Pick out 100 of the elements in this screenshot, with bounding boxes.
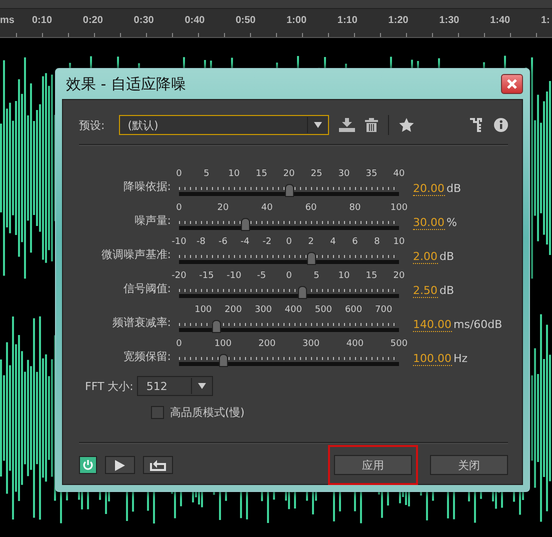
play-button[interactable] xyxy=(105,456,135,474)
value-field[interactable]: 100.00 xyxy=(413,352,452,366)
time-label: 1:00 xyxy=(286,15,307,26)
slider-label: 频谱衰减率: xyxy=(111,315,171,331)
unit-label: dB xyxy=(440,250,454,264)
tick-label: -8 xyxy=(196,237,206,247)
slider-thumb[interactable] xyxy=(285,184,294,197)
tick-label: 40 xyxy=(393,169,405,179)
tick-label: 400 xyxy=(346,339,364,349)
time-label: 1:20 xyxy=(388,15,408,26)
slider-track[interactable] xyxy=(179,250,399,264)
slider-thumb[interactable] xyxy=(219,354,228,367)
tick-label: -20 xyxy=(172,271,186,281)
slider-label: 降噪依据: xyxy=(122,179,171,195)
slider-track[interactable] xyxy=(179,216,399,230)
slider-track[interactable] xyxy=(179,284,399,298)
slider-track[interactable] xyxy=(179,182,399,196)
tick-label: 5 xyxy=(314,271,320,281)
tick-label: -10 xyxy=(172,237,186,247)
close-button[interactable] xyxy=(501,74,523,94)
tick-label: 15 xyxy=(256,169,268,179)
tick-label: 200 xyxy=(258,339,276,349)
tick-label: 200 xyxy=(224,305,242,315)
value-field[interactable]: 2.50 xyxy=(413,284,438,298)
tick-label: 0 xyxy=(176,169,182,179)
tick-label: 10 xyxy=(393,237,405,247)
dialog-button[interactable]: 应用 xyxy=(334,455,412,475)
tick-label: 2 xyxy=(308,237,314,247)
tick-label: 0 xyxy=(286,271,292,281)
preset-label: 预设: xyxy=(79,118,105,132)
power-icon xyxy=(82,459,94,471)
tick-label: 5 xyxy=(204,169,210,179)
star-icon[interactable] xyxy=(398,118,414,132)
loop-button[interactable] xyxy=(143,456,173,474)
window-title: 效果 - 自适应降噪 xyxy=(66,74,186,94)
tick-label: 4 xyxy=(330,237,336,247)
close-icon xyxy=(506,78,518,90)
download-icon[interactable] xyxy=(338,118,355,132)
play-icon xyxy=(115,460,125,470)
tick-label: 6 xyxy=(352,237,358,247)
unit-label: dB xyxy=(440,284,454,298)
value-field[interactable]: 140.00 xyxy=(413,318,452,332)
tick-label: 700 xyxy=(375,305,392,315)
tick-label: 400 xyxy=(284,305,302,315)
tick-label: 600 xyxy=(344,305,362,315)
tick-label: 20 xyxy=(393,271,405,281)
fft-dropdown[interactable]: 512 xyxy=(137,376,214,396)
time-label: 0:40 xyxy=(184,15,205,26)
slider-label: 噪声量: xyxy=(133,213,171,229)
checkbox[interactable] xyxy=(151,406,164,419)
time-label: ms xyxy=(0,15,14,26)
checkbox-label: 高品质模式(慢) xyxy=(170,405,245,420)
fft-label: FFT 大小: xyxy=(85,378,134,394)
routing-icon[interactable] xyxy=(470,118,484,132)
slider-thumb[interactable] xyxy=(298,286,308,299)
slider-thumb[interactable] xyxy=(241,218,250,231)
time-label: 1:40 xyxy=(490,15,510,26)
slider-thumb[interactable] xyxy=(212,320,222,333)
tick-label: 100 xyxy=(214,339,232,349)
info-icon[interactable] xyxy=(494,118,508,132)
tick-label: 30 xyxy=(338,169,350,179)
tick-label: 20 xyxy=(283,169,295,179)
tick-label: 35 xyxy=(366,169,378,179)
preset-dropdown[interactable]: (默认) xyxy=(118,115,329,135)
time-label: 1:30 xyxy=(439,15,460,26)
tick-label: 300 xyxy=(254,305,272,315)
value-field[interactable]: 20.00 xyxy=(413,182,444,196)
slider-track[interactable] xyxy=(179,318,399,332)
time-label: 1:10 xyxy=(337,15,358,26)
value-field[interactable]: 30.00 xyxy=(413,216,444,230)
tick-label: 10 xyxy=(338,271,350,281)
loop-icon xyxy=(150,460,166,470)
tick-label: -4 xyxy=(240,237,250,247)
time-label: 0:10 xyxy=(32,15,52,26)
slider-label: 宽频保留: xyxy=(122,349,171,365)
value-field[interactable]: 2.00 xyxy=(413,250,438,264)
slider-thumb[interactable] xyxy=(307,252,316,265)
time-label: 0:50 xyxy=(236,15,256,26)
tick-label: 500 xyxy=(390,339,408,349)
tick-label: 15 xyxy=(366,271,378,281)
slider-label: 微调噪声基准: xyxy=(100,247,171,263)
unit-label: ms/60dB xyxy=(454,318,502,332)
tick-label: -15 xyxy=(199,271,214,281)
time-label: 1: xyxy=(541,15,550,26)
unit-label: % xyxy=(446,216,457,230)
slider-track[interactable] xyxy=(179,352,399,366)
tick-label: 500 xyxy=(314,305,332,315)
tick-label: -10 xyxy=(226,271,242,281)
tick-label: 60 xyxy=(305,203,317,213)
tick-label: 25 xyxy=(310,169,322,179)
dialog-button[interactable]: 关闭 xyxy=(430,455,508,475)
tick-label: 300 xyxy=(302,339,320,349)
tick-label: -5 xyxy=(257,271,266,281)
timeline-ruler[interactable]: ms 0:10 0:20 0:30 0:40 0:50 1:00 1:10 1:20 1:30 1:40 1: xyxy=(0,9,552,38)
trash-icon[interactable] xyxy=(364,118,378,132)
power-button[interactable] xyxy=(79,456,97,474)
tick-label: -6 xyxy=(218,237,228,247)
tick-label: 0 xyxy=(286,237,292,247)
unit-label: dB xyxy=(446,182,462,196)
tick-label: 80 xyxy=(349,203,361,213)
